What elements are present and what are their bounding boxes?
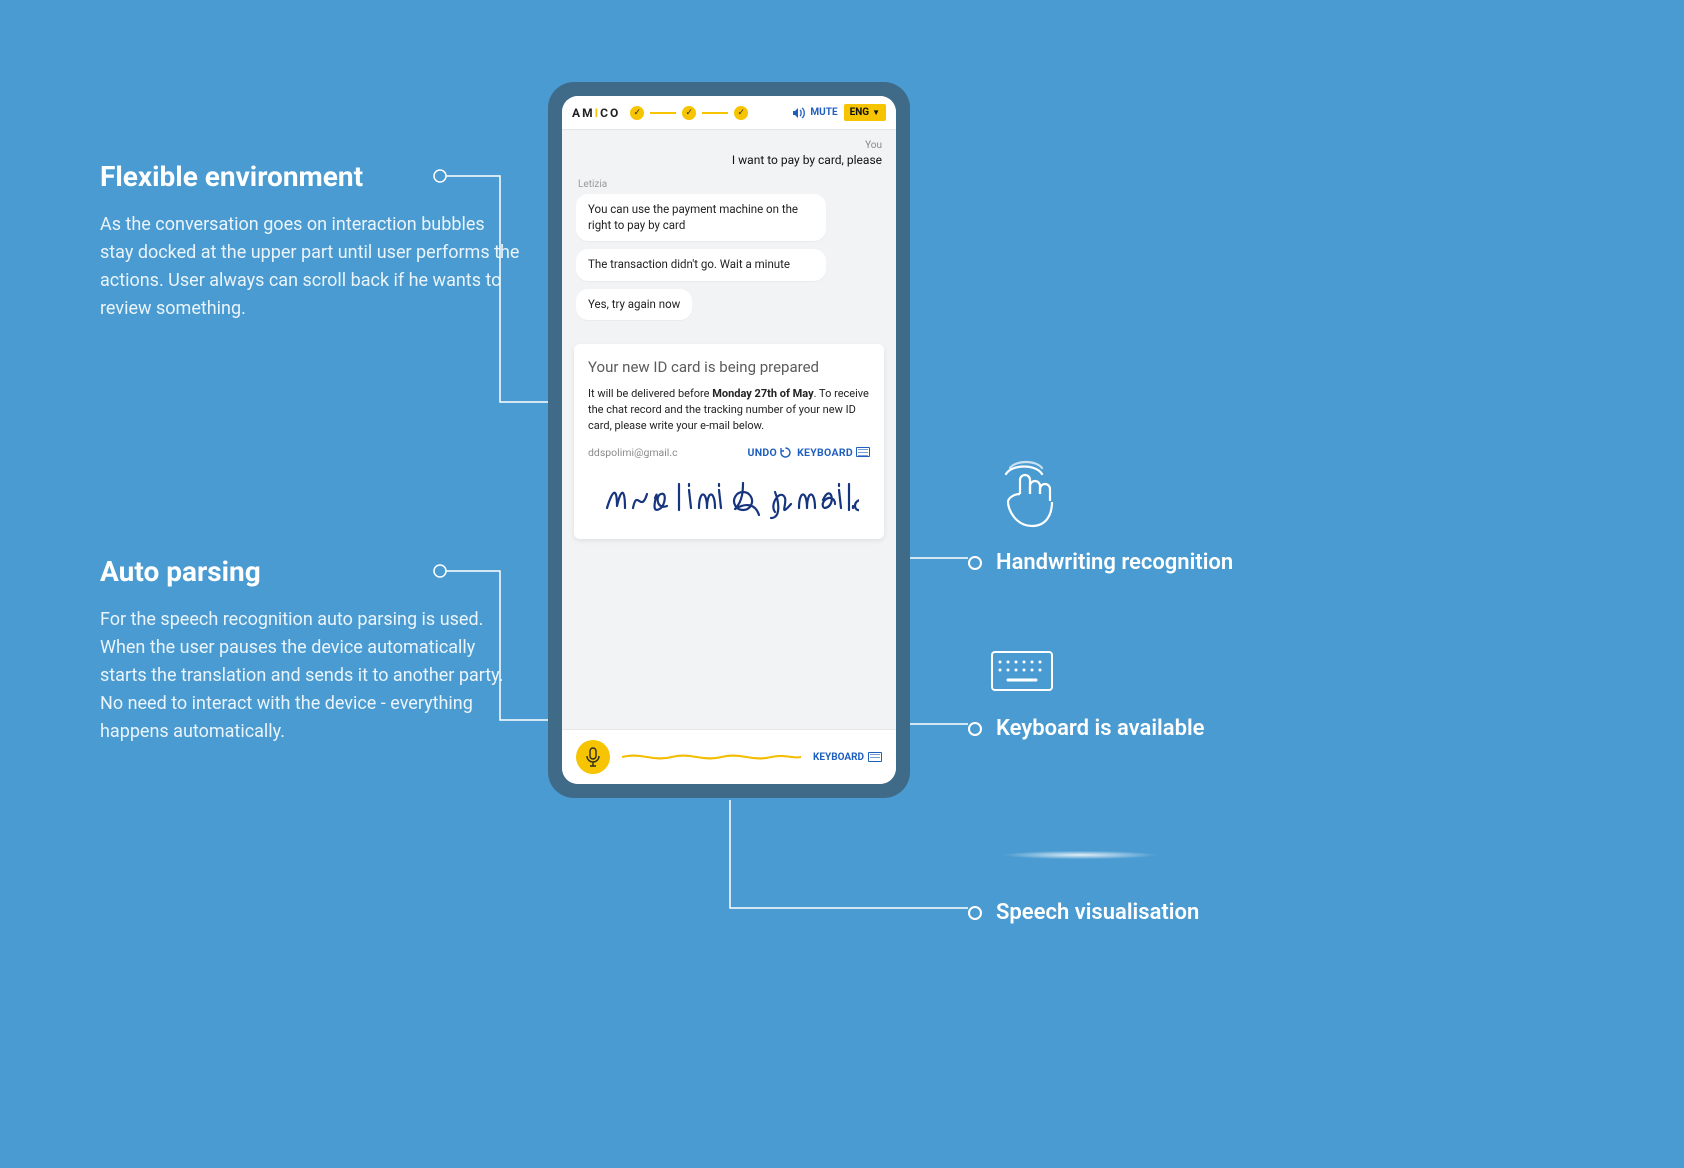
annotation-keyboard: Keyboard is available — [968, 716, 1205, 741]
device-frame: AMICO MUTE ENG ▼ You I want to pay by ca… — [548, 82, 910, 798]
annotation-flexible-environment: Flexible environment As the conversation… — [100, 160, 520, 323]
undo-button[interactable]: UNDO — [747, 446, 791, 459]
bullet-icon — [968, 722, 982, 736]
undo-icon — [780, 447, 791, 458]
card-title: Your new ID card is being prepared — [588, 358, 870, 376]
speech-wave-icon — [970, 840, 1190, 870]
keyboard-icon — [856, 447, 870, 457]
message-user: I want to pay by card, please — [576, 153, 882, 167]
speech-waveform — [622, 750, 801, 764]
microphone-icon — [585, 747, 601, 767]
card-body-text: It will be delivered before — [588, 387, 712, 400]
handwriting-input[interactable] — [584, 465, 874, 529]
annotation-label: Handwriting recognition — [996, 550, 1233, 575]
keyboard-label: KEYBOARD — [813, 752, 864, 763]
message-agent: Yes, try again now — [576, 289, 692, 321]
touch-icon — [990, 460, 1080, 544]
annotation-title: Flexible environment — [100, 160, 520, 193]
card-body-bold: Monday 27th of May — [712, 387, 813, 400]
bullet-icon — [968, 906, 982, 920]
annotation-body: As the conversation goes on interaction … — [100, 211, 520, 323]
undo-label: UNDO — [747, 446, 777, 459]
annotation-label: Speech visualisation — [996, 900, 1199, 925]
language-selector[interactable]: ENG ▼ — [844, 104, 886, 121]
progress-step-icon — [630, 106, 644, 120]
mic-button[interactable] — [576, 740, 610, 774]
keyboard-icon — [868, 752, 882, 762]
speaker-icon — [792, 107, 806, 119]
chat-area[interactable]: You I want to pay by card, please Letizi… — [562, 130, 896, 336]
keyboard-toggle-button[interactable]: KEYBOARD — [797, 446, 870, 459]
mute-button[interactable]: MUTE — [792, 107, 837, 119]
annotation-speech: Speech visualisation — [968, 900, 1199, 925]
parsed-row: ddspolimi@gmail.c UNDO KEYBOARD — [588, 446, 870, 459]
keyboard-button[interactable]: KEYBOARD — [813, 752, 882, 763]
sender-you-label: You — [576, 140, 882, 151]
card-body: It will be delivered before Monday 27th … — [588, 386, 870, 434]
input-bar: KEYBOARD — [562, 729, 896, 784]
brand-text: AM — [572, 106, 595, 120]
app-topbar: AMICO MUTE ENG ▼ — [562, 96, 896, 130]
progress-step-icon — [682, 106, 696, 120]
info-card: Your new ID card is being prepared It wi… — [574, 344, 884, 539]
chevron-down-icon: ▼ — [872, 108, 880, 117]
message-agent: The transaction didn't go. Wait a minute — [576, 249, 826, 281]
app-screen: AMICO MUTE ENG ▼ You I want to pay by ca… — [562, 96, 896, 784]
message-agent: You can use the payment machine on the r… — [576, 194, 826, 241]
mute-label: MUTE — [810, 107, 837, 118]
annotation-body: For the speech recognition auto parsing … — [100, 606, 520, 745]
keyboard-label: KEYBOARD — [797, 446, 853, 459]
brand-text: CO — [600, 106, 620, 120]
annotation-title: Auto parsing — [100, 555, 520, 588]
annotation-handwriting: Handwriting recognition — [968, 550, 1233, 575]
keyboard-big-icon — [990, 650, 1054, 696]
annotation-auto-parsing: Auto parsing For the speech recognition … — [100, 555, 520, 745]
parsed-email-text: ddspolimi@gmail.c — [588, 446, 741, 459]
annotation-label: Keyboard is available — [996, 716, 1205, 741]
bullet-icon — [968, 556, 982, 570]
sender-agent-label: Letizia — [578, 179, 882, 190]
progress-step-icon — [734, 106, 748, 120]
language-label: ENG — [850, 107, 870, 118]
progress-connector — [650, 112, 676, 114]
progress-connector — [702, 112, 728, 114]
app-brand: AMICO — [572, 106, 620, 120]
handwritten-text-icon — [599, 472, 859, 522]
